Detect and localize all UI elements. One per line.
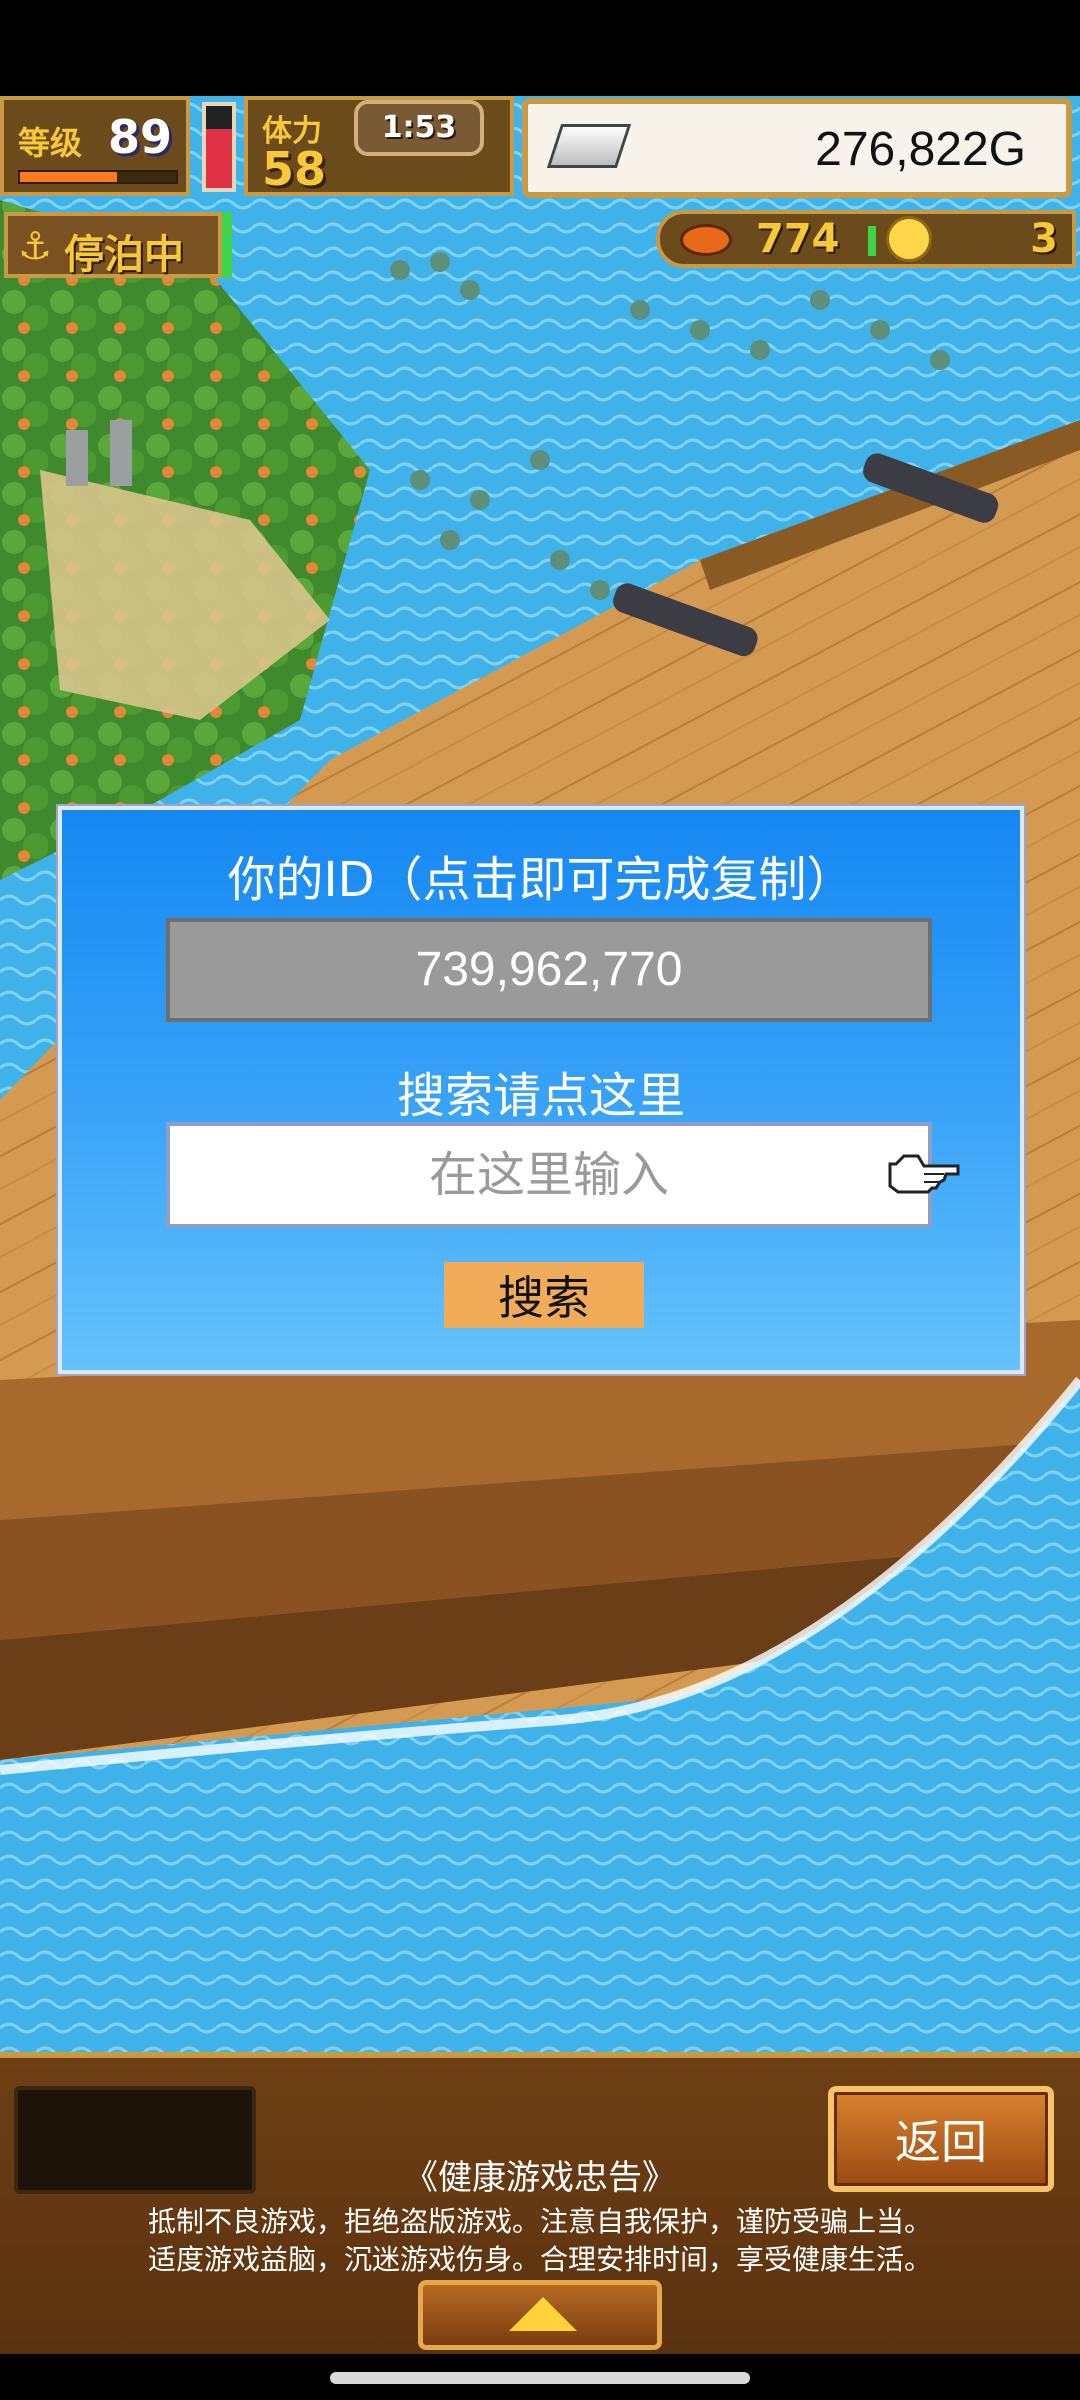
resource-count: 774 [756, 216, 840, 262]
expand-menu-button[interactable] [418, 2280, 662, 2350]
player-id-copy-box[interactable]: 739,962,770 [166, 918, 932, 1022]
stamina-panel: 体力 58 1:53 [244, 96, 514, 196]
friend-id-dialog: 你的ID（点击即可完成复制） 739,962,770 搜索请点这里 搜索 [58, 806, 1024, 1374]
level-value: 89 [108, 110, 173, 164]
health-notice-title: 《健康游戏忠告》 [404, 2158, 676, 2198]
docked-status-label: 停泊中 [64, 232, 184, 278]
anchor-icon: ⚓ [18, 224, 53, 268]
stamina-timer: 1:53 [354, 100, 484, 156]
status-indicator [222, 212, 232, 278]
search-prompt: 搜索请点这里 [396, 1068, 685, 1124]
coin-count: 3 [1030, 216, 1058, 262]
home-indicator[interactable] [330, 2372, 750, 2384]
up-arrow-icon [509, 2297, 577, 2331]
stamina-gauge-fill [206, 128, 232, 188]
stamina-gauge [202, 102, 236, 192]
silver-bar-icon [546, 124, 632, 168]
gold-panel[interactable]: 276,822G [522, 98, 1072, 198]
health-notice-line-2: 适度游戏益脑，沉迷游戏伤身。合理安排时间，享受健康生活。 [147, 2243, 932, 2276]
exp-bar [18, 170, 178, 184]
stamina-value: 58 [262, 142, 327, 196]
health-notice-line-1: 抵制不良游戏，拒绝盗版游戏。注意自我保护，谨防受骗上当。 [147, 2205, 932, 2238]
search-button[interactable]: 搜索 [444, 1262, 644, 1328]
pointing-hand-icon [888, 1154, 960, 1194]
level-label: 等级 [18, 124, 83, 162]
gold-amount: 276,822G [815, 123, 1026, 176]
docked-status-badge[interactable]: ⚓ 停泊中 [4, 212, 222, 278]
search-input[interactable] [166, 1122, 932, 1228]
bottom-panel: 返回 《健康游戏忠告》 抵制不良游戏，拒绝盗版游戏。注意自我保护，谨防受骗上当。… [0, 2052, 1080, 2354]
level-panel: 等级 89 [0, 96, 190, 196]
resource-bar: 774 3 [656, 210, 1076, 268]
resource-indicator [868, 226, 876, 256]
fish-icon [680, 224, 732, 256]
exp-bar-fill [20, 172, 117, 182]
coin-icon [886, 216, 932, 262]
dialog-title: 你的ID（点击即可完成复制） [227, 852, 855, 908]
